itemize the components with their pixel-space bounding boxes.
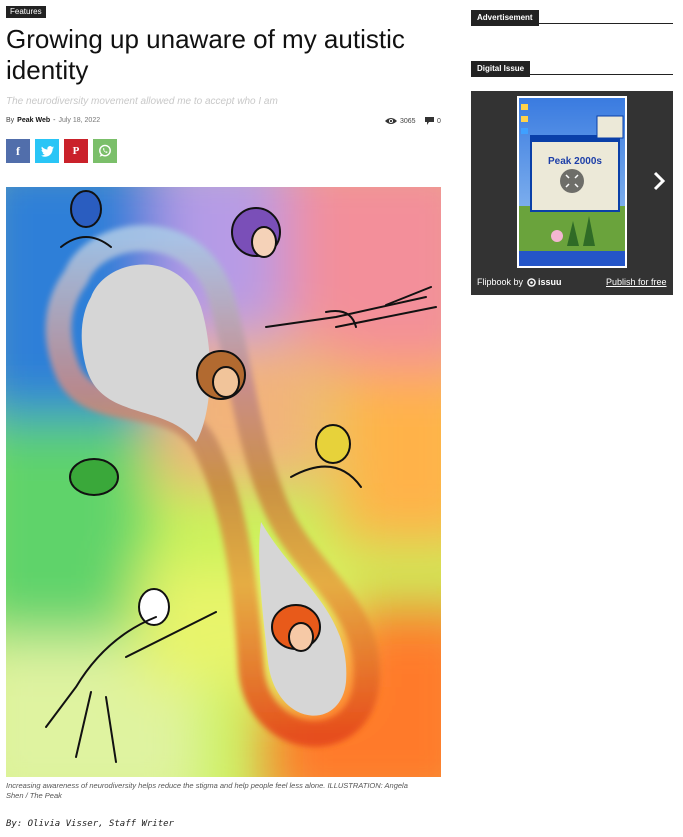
comment-icon — [425, 117, 434, 125]
magazine-cover[interactable]: Peak 2000s — [517, 96, 627, 268]
facebook-icon: f — [16, 143, 20, 158]
digital-issue-widget-title: Digital Issue — [471, 58, 673, 77]
meta-separator: - — [53, 117, 56, 124]
magazine-title: Peak 2000s — [548, 156, 602, 167]
views-count: 3065 — [400, 117, 416, 125]
next-arrow-icon[interactable] — [652, 171, 666, 191]
article-byline: By: Olivia Visser, Staff Writer — [6, 819, 174, 829]
comments-count: 0 — [437, 117, 441, 125]
author-link[interactable]: Peak Web — [17, 117, 50, 124]
eye-icon — [385, 118, 397, 124]
comments-counter[interactable]: 0 — [425, 117, 441, 125]
article-meta: By Peak Web - July 18, 2022 — [6, 117, 100, 124]
pinterest-icon: P — [72, 145, 80, 157]
issuu-logo-icon — [527, 278, 536, 287]
publish-date: July 18, 2022 — [58, 117, 101, 124]
views-counter: 3065 — [385, 117, 416, 125]
publish-for-free-link[interactable]: Publish for free — [606, 277, 667, 287]
by-prefix: By — [6, 117, 15, 124]
category-tag[interactable]: Features — [6, 6, 46, 18]
issuu-flipbook-embed[interactable]: Peak 2000s Flipbook by issuu Publish for… — [471, 91, 673, 295]
article-title: Growing up unaware of my autistic identi… — [6, 24, 405, 85]
share-whatsapp-button[interactable] — [93, 139, 117, 163]
article-subtitle: The neurodiversity movement allowed me t… — [6, 96, 278, 107]
advertisement-widget-title: Advertisement — [471, 7, 673, 26]
share-twitter-button[interactable] — [35, 139, 59, 163]
digital-issue-title: Digital Issue — [471, 61, 531, 77]
featured-illustration — [6, 187, 441, 777]
share-pinterest-button[interactable]: P — [64, 139, 88, 163]
whatsapp-icon — [99, 144, 111, 157]
twitter-icon — [40, 145, 54, 157]
image-caption: Increasing awareness of neurodiversity h… — [6, 781, 408, 800]
flipbook-prefix: Flipbook by — [477, 277, 524, 287]
share-facebook-button[interactable]: f — [6, 139, 30, 163]
advertisement-title: Advertisement — [471, 10, 539, 26]
issuu-brand[interactable]: issuu — [538, 277, 562, 287]
